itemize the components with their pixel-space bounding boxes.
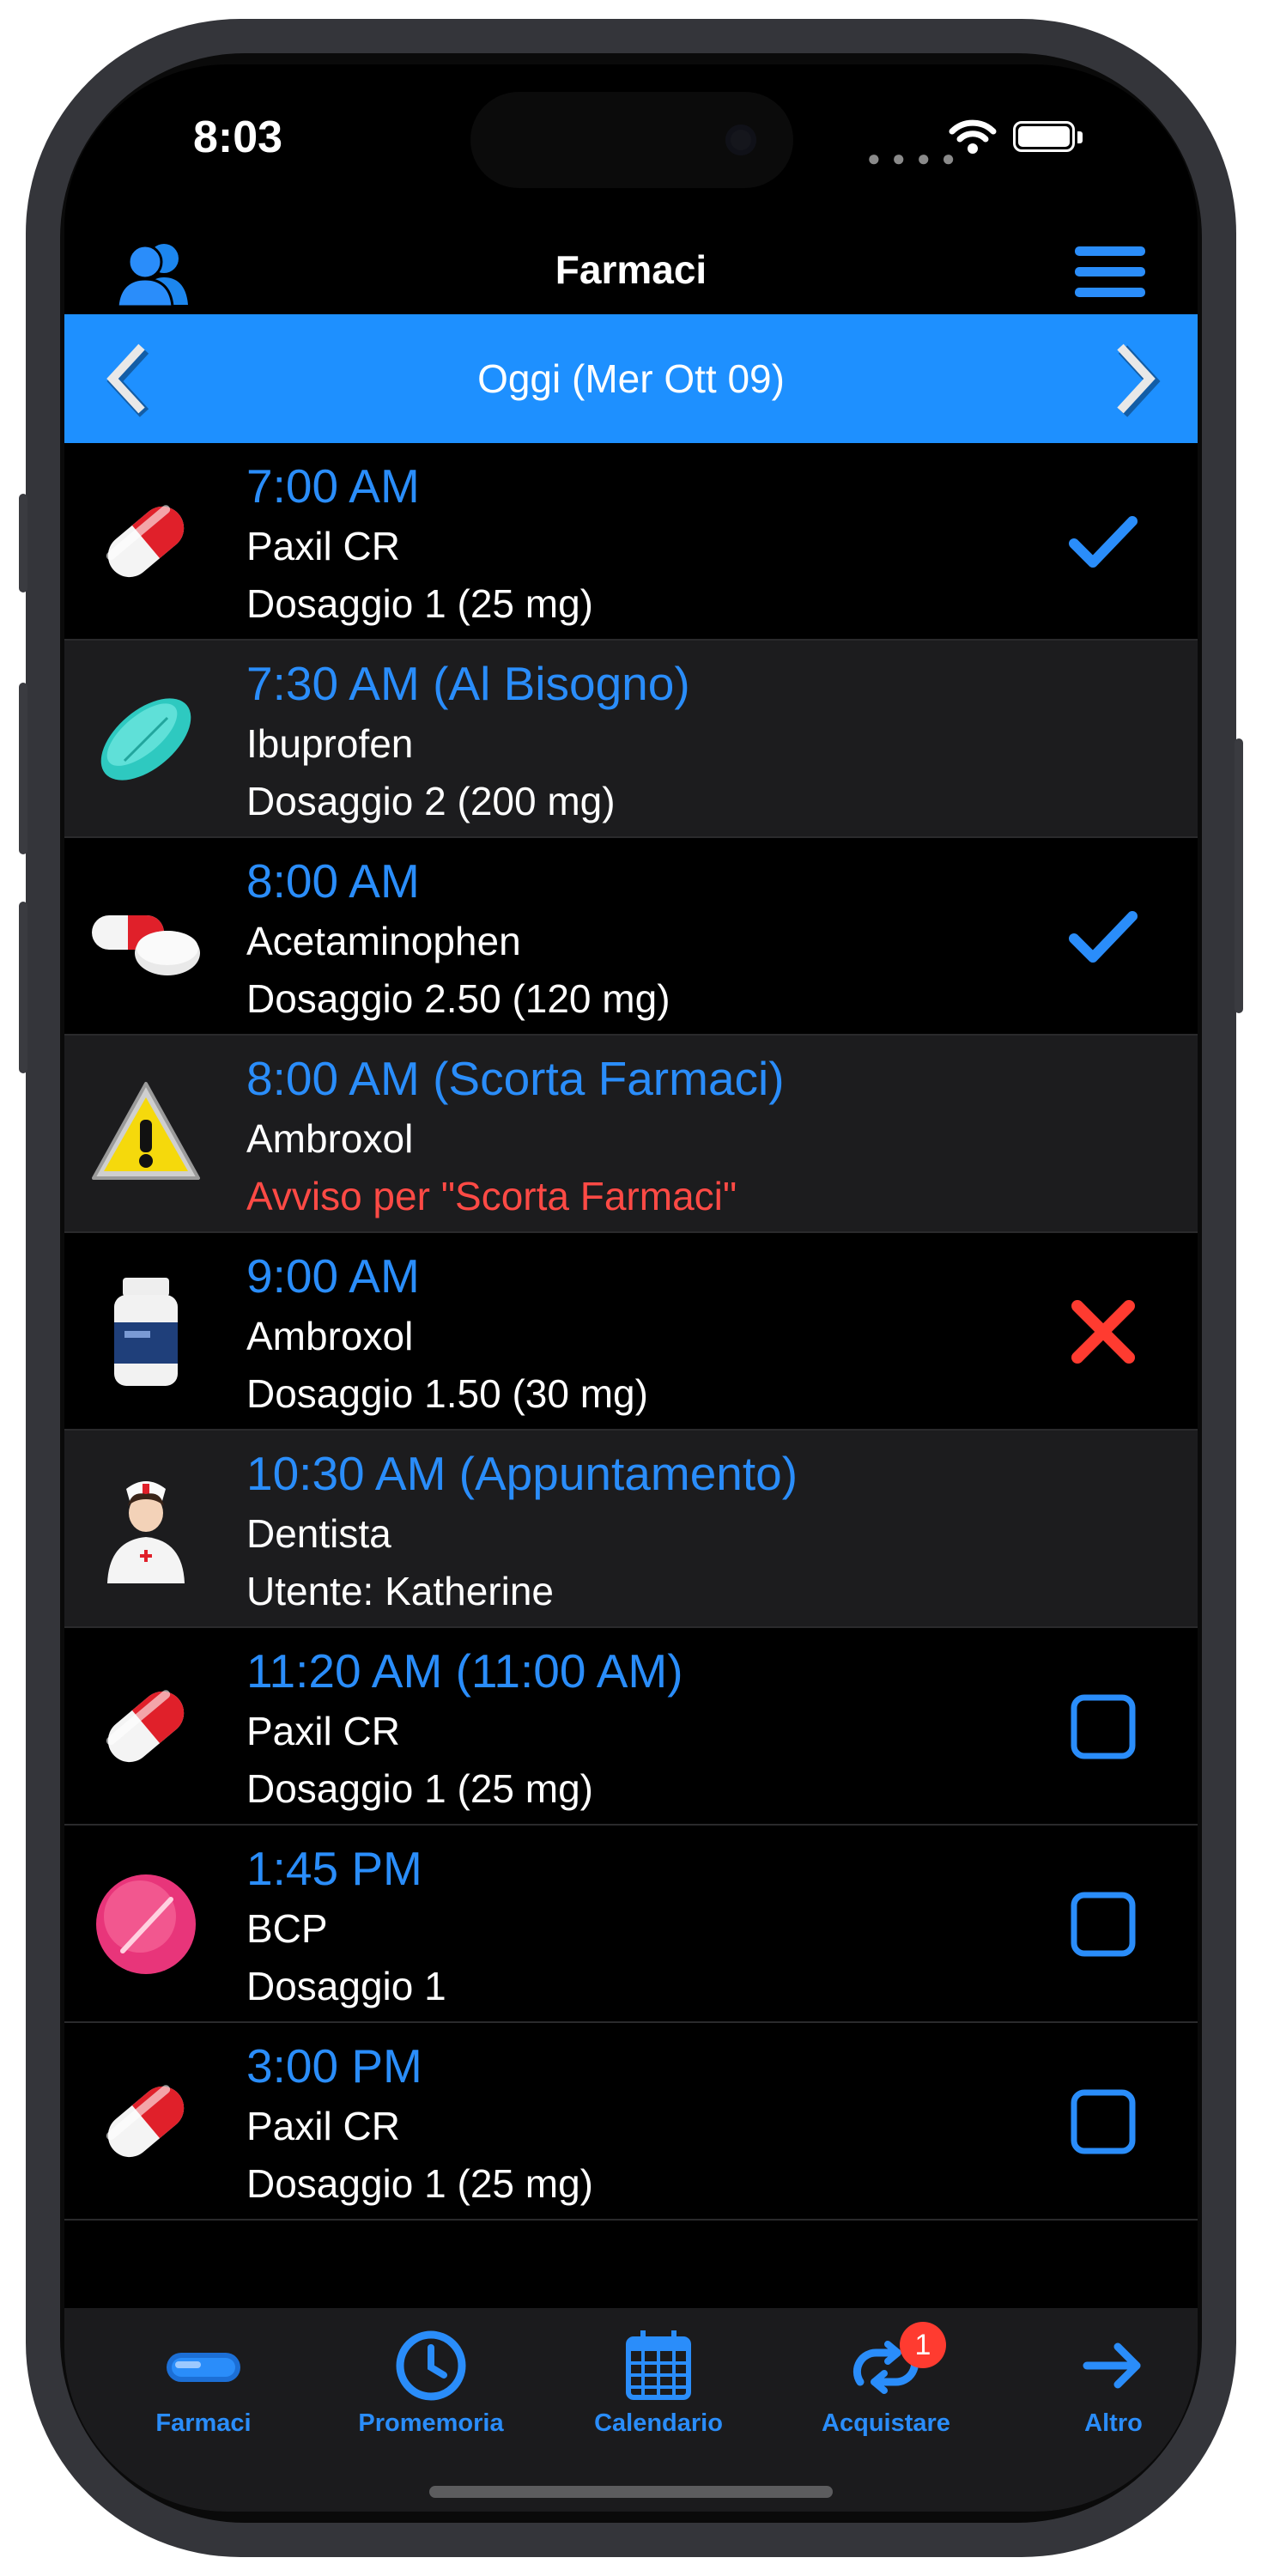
item-detail: Dosaggio 1 [246, 1964, 446, 2008]
checkmark-icon[interactable] [1069, 902, 1138, 971]
close-icon[interactable] [1069, 1297, 1138, 1366]
capsule-icon [106, 505, 185, 578]
warning-icon [92, 1082, 200, 1180]
item-name: Paxil CR [246, 524, 400, 568]
calendar-icon [626, 2330, 691, 2400]
list-item[interactable]: 9:00 AM Ambroxol Dosaggio 1.50 (30 mg) [64, 1233, 1198, 1431]
item-time: 1:45 PM [246, 1842, 422, 1895]
cart-badge: 1 [900, 2322, 946, 2368]
item-time: 9:00 AM [246, 1249, 420, 1303]
item-name: BCP [246, 1906, 328, 1951]
medication-list: 7:00 AM Paxil CR Dosaggio 1 (25 mg) 7:30… [64, 443, 1198, 2221]
item-name: Ambroxol [246, 1116, 414, 1161]
menu-icon[interactable] [1073, 245, 1147, 300]
item-detail: Dosaggio 1 (25 mg) [246, 2161, 593, 2206]
list-item[interactable]: 10:30 AM (Appuntamento) Dentista Utente:… [64, 1431, 1198, 1628]
tab-label: Altro [1084, 2409, 1143, 2437]
screen: 8:03 ● ● ● ● Farmaci Oggi (Mer Ott 09) 7… [64, 64, 1198, 2512]
tab-altro[interactable]: Altro [1019, 2327, 1198, 2438]
tab-label: Promemoria [358, 2409, 504, 2437]
pill-tab-icon [167, 2353, 240, 2382]
item-name: Dentista [246, 1511, 391, 1556]
battery-cap [1077, 131, 1083, 143]
checkbox-icon[interactable] [1069, 2087, 1138, 2156]
item-name: Paxil CR [246, 1709, 400, 1753]
tab-label: Calendario [594, 2409, 723, 2437]
item-time: 7:30 AM (Al Bisogno) [246, 657, 690, 710]
capsule-icon [106, 2085, 185, 2158]
battery-icon [1013, 121, 1075, 152]
item-name: Acetaminophen [246, 919, 521, 963]
checkmark-icon[interactable] [1069, 507, 1138, 576]
pills-icon [92, 915, 200, 975]
item-name: Paxil CR [246, 2104, 400, 2148]
item-detail: Dosaggio 1 (25 mg) [246, 1766, 593, 1811]
wifi-icon [949, 119, 997, 154]
camera-icon [725, 125, 756, 155]
status-bar: 8:03 ● ● ● ● [64, 64, 1198, 219]
checkbox-icon[interactable] [1069, 1890, 1138, 1959]
status-time: 8:03 [193, 112, 283, 162]
nurse-icon [107, 1481, 185, 1583]
list-item[interactable]: 3:00 PM Paxil CR Dosaggio 1 (25 mg) [64, 2023, 1198, 2221]
item-detail: Dosaggio 2.50 (120 mg) [246, 976, 670, 1021]
tablet-icon [100, 698, 191, 781]
tab-label: Farmaci [155, 2409, 252, 2437]
list-item[interactable]: 7:00 AM Paxil CR Dosaggio 1 (25 mg) [64, 443, 1198, 641]
date-bar: Oggi (Mer Ott 09) [64, 314, 1198, 443]
item-detail: Dosaggio 1.50 (30 mg) [246, 1371, 648, 1416]
side-button-volume-down [19, 902, 27, 1073]
side-button-power [1235, 738, 1243, 1013]
tab-promemoria[interactable]: Promemoria [337, 2327, 525, 2438]
item-detail: Utente: Katherine [246, 1569, 555, 1613]
item-time: 10:30 AM (Appuntamento) [246, 1447, 798, 1500]
tab-label: Acquistare [822, 2409, 950, 2437]
capsule-icon [106, 1690, 185, 1763]
list-item[interactable]: 8:00 AM (Scorta Farmaci) Ambroxol Avviso… [64, 1036, 1198, 1233]
item-name: Ibuprofen [246, 721, 414, 766]
bottle-icon [114, 1278, 178, 1386]
item-detail: Avviso per "Scorta Farmaci" [246, 1174, 737, 1218]
chevron-right-icon[interactable] [1110, 340, 1162, 417]
arrow-right-icon [1083, 2342, 1141, 2389]
item-detail: Dosaggio 1 (25 mg) [246, 581, 593, 626]
list-item[interactable]: 7:30 AM (Al Bisogno) Ibuprofen Dosaggio … [64, 641, 1198, 838]
clock-icon [396, 2330, 466, 2401]
item-time: 8:00 AM [246, 854, 420, 908]
side-button-volume-up [19, 683, 27, 854]
item-name: Ambroxol [246, 1314, 414, 1358]
current-date: Oggi (Mer Ott 09) [477, 356, 785, 401]
list-item[interactable]: 1:45 PM BCP Dosaggio 1 [64, 1826, 1198, 2023]
item-time: 11:20 AM (11:00 AM) [246, 1644, 683, 1698]
item-detail: Dosaggio 2 (200 mg) [246, 779, 616, 823]
page-title: Farmaci [555, 247, 707, 292]
tab-acquistare[interactable]: 1 Acquistare [792, 2322, 980, 2438]
item-time: 3:00 PM [246, 2039, 422, 2093]
home-indicator[interactable] [429, 2486, 833, 2498]
item-time: 7:00 AM [246, 459, 420, 513]
pink-pill-icon [96, 1874, 196, 1974]
signal-dots-icon: ● ● ● ● [867, 145, 958, 171]
tab-calendario[interactable]: Calendario [564, 2327, 753, 2438]
checkbox-icon[interactable] [1069, 1692, 1138, 1761]
list-item[interactable]: 8:00 AM Acetaminophen Dosaggio 2.50 (120… [64, 838, 1198, 1036]
item-time: 8:00 AM (Scorta Farmaci) [246, 1052, 785, 1105]
tab-farmaci[interactable]: Farmaci [109, 2327, 298, 2438]
navigation-bar: Farmaci [64, 219, 1198, 313]
tab-bar: Farmaci Promemoria Calendario 1 Acquista… [64, 2308, 1198, 2512]
side-button-action [19, 494, 27, 592]
list-item[interactable]: 11:20 AM (11:00 AM) Paxil CR Dosaggio 1 … [64, 1628, 1198, 1826]
